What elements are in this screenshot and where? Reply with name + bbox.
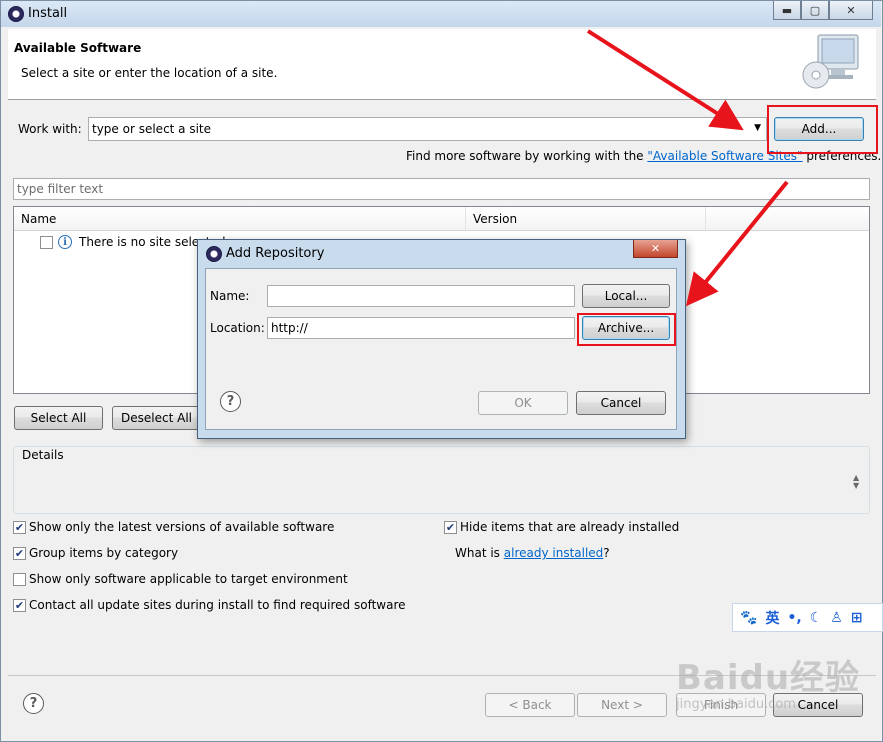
ime-toolbar[interactable]: 🐾 英 •, ☾ ♙ ⊞	[732, 603, 883, 632]
user-icon[interactable]: ♙	[830, 610, 843, 626]
ime-mode[interactable]: 英	[765, 608, 779, 628]
paw-icon[interactable]: 🐾	[740, 610, 757, 626]
punctuation-icon[interactable]: •,	[787, 610, 801, 626]
arrow-to-add	[586, 29, 744, 131]
grid-icon[interactable]: ⊞	[851, 610, 863, 626]
baidu-watermark-url: jingyan.baidu.com	[676, 697, 796, 712]
baidu-watermark: Baidu经验	[676, 658, 861, 698]
arrow-to-archive	[685, 180, 789, 307]
moon-icon[interactable]: ☾	[810, 610, 823, 626]
